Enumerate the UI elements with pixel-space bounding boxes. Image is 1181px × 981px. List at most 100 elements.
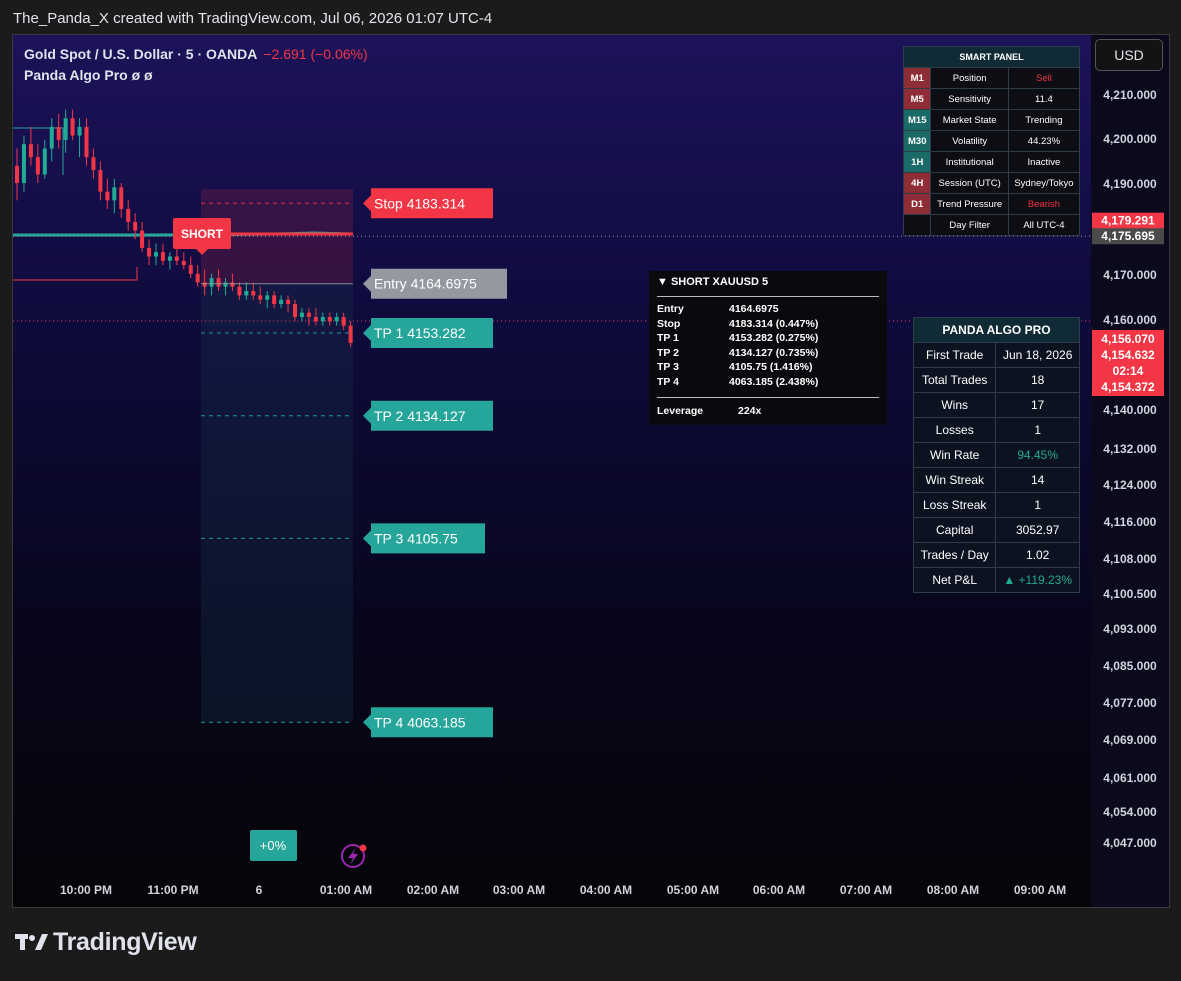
- trade-info-key: Entry: [657, 303, 684, 315]
- stats-panel: PANDA ALGO PRO First Trade Jun 18, 2026 To…: [912, 317, 1080, 593]
- stats-value: 1: [995, 417, 1080, 443]
- currency-button[interactable]: USD: [1095, 39, 1163, 71]
- x-tick-label: 6: [256, 883, 263, 897]
- x-tick-label: 02:00 AM: [407, 883, 459, 897]
- signal-label: SHORT: [181, 227, 224, 241]
- smart-panel-row: Day Filter All UTC-4: [902, 214, 1081, 236]
- smart-panel: SMART PANEL M1 Position Sell M5 Sensitivity 1…: [902, 46, 1081, 236]
- candle-body: [56, 126, 61, 140]
- range-line: [13, 267, 138, 281]
- timeframe-badge: [902, 214, 932, 236]
- symbol-title: Gold Spot / U.S. Dollar · 5 · OANDA: [24, 46, 258, 62]
- candle-body: [265, 295, 270, 300]
- y-tick-label: 4,132.000: [1103, 442, 1157, 456]
- smart-panel-value: Sydney/Tokyo: [1007, 172, 1081, 194]
- leverage-row: Leverage 224x: [657, 405, 761, 417]
- indicator-legend[interactable]: Panda Algo Pro ø ø: [24, 67, 153, 83]
- stats-panel-row: Capital 3052.97: [912, 517, 1080, 543]
- tradingview-logo[interactable]: TradingView: [15, 928, 201, 957]
- trade-info-key: Stop: [657, 317, 681, 330]
- stats-label: Losses: [912, 417, 997, 443]
- candle-body: [209, 278, 214, 287]
- candle-body: [154, 252, 158, 257]
- candle-body: [230, 282, 235, 287]
- candle-body: [306, 312, 311, 317]
- symbol-legend[interactable]: Gold Spot / U.S. Dollar · 5 · OANDA −2.69…: [24, 46, 368, 62]
- stats-panel-row: Loss Streak 1: [912, 492, 1080, 518]
- trade-info-row: TP 4 4063.185 (2.438%): [657, 376, 818, 388]
- last-price-label: 4,154.372: [1101, 380, 1155, 394]
- candle-body: [244, 291, 249, 296]
- candle-body: [313, 316, 318, 322]
- candle-body: [140, 230, 145, 248]
- candle-body: [293, 304, 297, 317]
- trade-info-value: 4164.6975: [729, 303, 779, 315]
- smart-panel-row: 1H Institutional Inactive: [902, 151, 1081, 173]
- smart-panel-label: Session (UTC): [930, 172, 1009, 194]
- smart-panel-value: Inactive: [1007, 151, 1081, 173]
- candle-body: [188, 265, 193, 274]
- candle-body: [279, 299, 284, 305]
- stats-label: Wins: [912, 392, 997, 418]
- x-tick-label: 10:00 PM: [60, 883, 112, 897]
- smart-panel-value: 11.4: [1007, 88, 1081, 110]
- tradingview-logo-icon: [15, 928, 49, 957]
- stats-panel-row: Total Trades 18: [912, 367, 1080, 393]
- candle-body: [286, 299, 291, 305]
- candle-body: [195, 273, 200, 283]
- candle-body: [272, 295, 277, 305]
- stats-label: First Trade: [912, 342, 997, 368]
- snapshot-caption: The_Panda_X created with TradingView.com…: [13, 10, 493, 27]
- level-label: TP 1 4153.282: [374, 325, 466, 341]
- smart-panel-row: D1 Trend Pressure Bearish: [902, 193, 1081, 215]
- candle-body: [299, 312, 304, 317]
- trade-info-row: TP 1 4153.282 (0.275%): [657, 332, 818, 344]
- x-tick-label: 07:00 AM: [840, 883, 892, 897]
- trade-info-box: ▼ SHORT XAUUSD 5 Leverage 224x Entry 4164.…: [649, 271, 887, 425]
- trade-info-row: Entry 4164.6975: [657, 303, 779, 315]
- candle-body: [28, 144, 33, 158]
- stats-value: 1.02: [995, 542, 1080, 568]
- y-tick-label: 4,100.500: [1103, 587, 1157, 601]
- x-tick-label: 05:00 AM: [667, 883, 719, 897]
- stats-label: Net P&L: [912, 567, 997, 593]
- y-tick-label: 4,210.000: [1103, 88, 1157, 102]
- lightning-icon[interactable]: [341, 844, 367, 868]
- x-tick-label: 01:00 AM: [320, 883, 372, 897]
- stats-value: ▲ +119.23%: [995, 567, 1080, 593]
- trade-info-row: TP 2 4134.127 (0.735%): [657, 347, 818, 359]
- stats-value: 17: [995, 392, 1080, 418]
- candle-body: [35, 157, 40, 175]
- stats-panel-row: First Trade Jun 18, 2026: [912, 342, 1080, 368]
- y-tick-label: 4,160.000: [1103, 313, 1157, 327]
- stats-panel-row: Trades / Day 1.02: [912, 542, 1080, 568]
- smart-panel-value: Trending: [1007, 109, 1081, 131]
- level-label: TP 2 4134.127: [374, 408, 466, 424]
- smart-panel-value: 44.23%: [1007, 130, 1081, 152]
- smart-panel-row: M15 Market State Trending: [902, 109, 1081, 131]
- smart-panel-value: All UTC-4: [1007, 214, 1081, 236]
- candle-body: [77, 126, 82, 136]
- stats-label: Win Rate: [912, 442, 997, 468]
- chart-frame[interactable]: 4,210.000 4,200.000 4,190.000 4,170.000 4,16…: [12, 34, 1170, 908]
- level-label: TP 4 4063.185: [374, 714, 466, 730]
- leverage-value: 224x: [738, 405, 762, 417]
- candle-body: [119, 187, 124, 209]
- smart-panel-label: Market State: [930, 109, 1009, 131]
- price-tag-label: 4,175.695: [1101, 229, 1155, 243]
- candle-body: [49, 126, 54, 149]
- timeframe-badge: 1H: [902, 151, 932, 173]
- x-tick-label: 06:00 AM: [753, 883, 805, 897]
- stats-value: 18: [995, 367, 1080, 393]
- stats-value: 3052.97: [995, 517, 1080, 543]
- x-tick-label: 03:00 AM: [493, 883, 545, 897]
- smart-panel-label: Position: [930, 67, 1009, 89]
- timeframe-badge: M5: [902, 88, 932, 110]
- y-tick-label: 4,124.000: [1103, 478, 1157, 492]
- candle-body: [181, 260, 186, 266]
- stats-label: Capital: [912, 517, 997, 543]
- trade-info-value: 4183.314 (0.447%): [729, 317, 819, 330]
- smart-panel-row: M1 Position Sell: [902, 67, 1081, 89]
- timeframe-badge: M1: [902, 67, 932, 89]
- trade-info-key: TP 3: [657, 361, 679, 373]
